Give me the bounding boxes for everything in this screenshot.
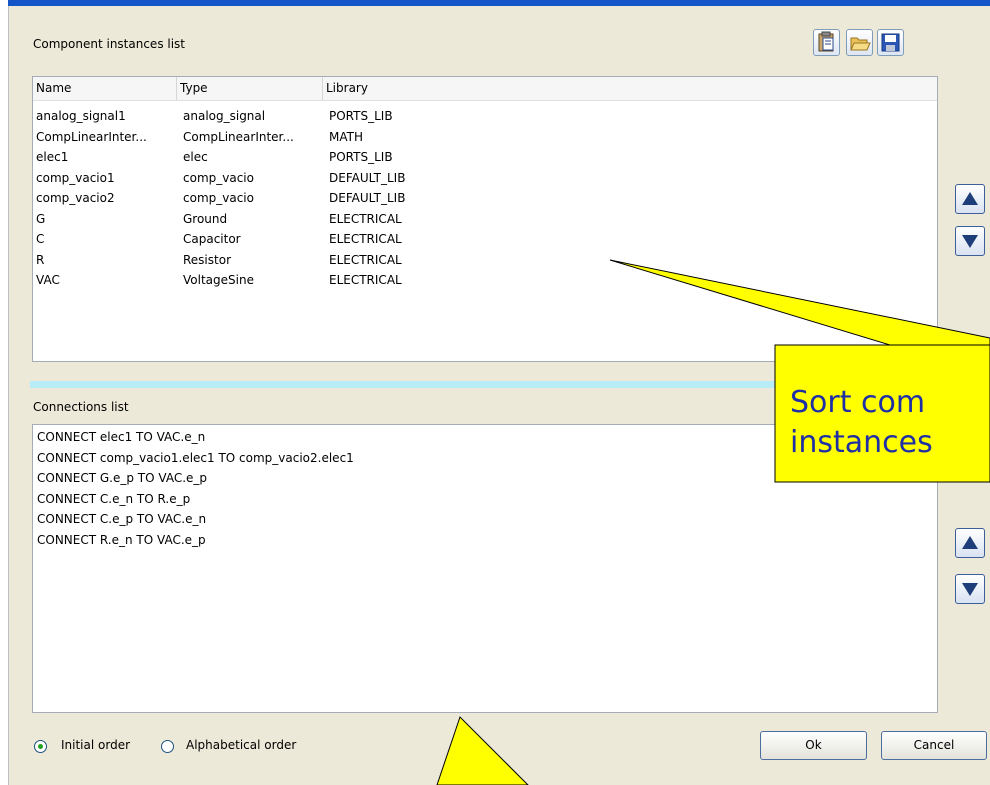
callout-pointer [609, 259, 990, 346]
callout-line-2: instances [790, 425, 933, 460]
callout-line-1: Sort com [790, 385, 926, 420]
callout-pointer-bottom [436, 716, 529, 785]
callout-text-box: Sort com instances [790, 383, 990, 483]
